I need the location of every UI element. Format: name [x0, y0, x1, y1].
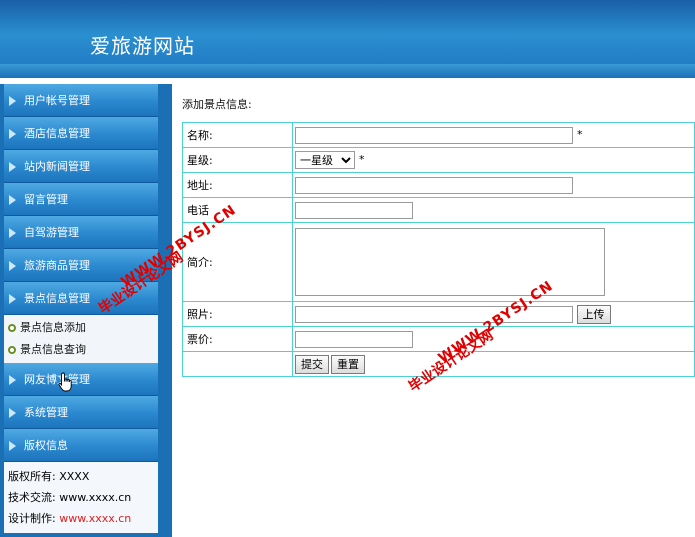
sidebar-item-copyright[interactable]: 版权信息	[4, 429, 158, 462]
photo-label: 照片:	[182, 301, 293, 327]
name-label: 名称:	[182, 122, 293, 148]
phone-input[interactable]	[295, 201, 413, 219]
price-label: 票价:	[182, 326, 293, 352]
sidebar-item-messages[interactable]: 留言管理	[4, 183, 158, 216]
sidebar-item-user-accounts[interactable]: 用户帐号管理	[4, 84, 158, 117]
arrow-icon	[9, 228, 16, 238]
price-input[interactable]	[295, 330, 413, 348]
info-value: XXXX	[59, 470, 90, 483]
bullet-icon	[8, 346, 16, 354]
attractions-submenu: 景点信息添加 景点信息查询	[4, 315, 158, 363]
phone-label: 电话	[182, 197, 293, 223]
sidebar-item-label: 留言管理	[24, 193, 68, 206]
bullet-icon	[8, 324, 16, 332]
sidebar-item-self-drive[interactable]: 自驾游管理	[4, 216, 158, 249]
add-attraction-form: 名称: * 星级: 一星级 * 地址: 电话 简介: 照片: 上传 票价: 提交…	[182, 122, 695, 377]
required-mark: *	[359, 153, 365, 166]
sidebar-item-hotels[interactable]: 酒店信息管理	[4, 117, 158, 150]
info-row-copyright: 版权所有: XXXX	[8, 466, 154, 487]
sidebar-item-label: 自驾游管理	[24, 226, 79, 239]
upload-button[interactable]: 上传	[576, 304, 611, 324]
address-input[interactable]	[295, 176, 573, 194]
arrow-icon	[9, 441, 16, 451]
arrow-icon	[9, 195, 16, 205]
level-select[interactable]: 一星级	[295, 151, 355, 169]
address-label: 地址:	[182, 172, 293, 198]
submenu-item-label: 景点信息查询	[20, 343, 86, 356]
sidebar-item-news[interactable]: 站内新闻管理	[4, 150, 158, 183]
reset-button[interactable]: 重置	[331, 354, 365, 374]
header-subbar	[0, 64, 695, 78]
sidebar-item-blogs[interactable]: 网友博文管理	[4, 363, 158, 396]
info-label: 版权所有:	[8, 470, 56, 483]
intro-textarea[interactable]	[295, 228, 605, 296]
submenu-item-label: 景点信息添加	[20, 321, 86, 334]
form-title: 添加景点信息:	[182, 98, 252, 111]
sidebar-item-label: 网友博文管理	[24, 373, 90, 386]
level-label: 星级:	[182, 147, 293, 173]
info-row-tech: 技术交流: www.xxxx.cn	[8, 487, 154, 508]
arrow-icon	[9, 129, 16, 139]
submenu-item-query-attraction[interactable]: 景点信息查询	[4, 339, 158, 361]
info-value: www.xxxx.cn	[59, 491, 132, 504]
sidebar-item-label: 系统管理	[24, 406, 68, 419]
hand-cursor-icon	[58, 372, 72, 392]
sidebar-item-label: 景点信息管理	[24, 292, 90, 305]
sidebar-item-label: 站内新闻管理	[24, 160, 90, 173]
sidebar-item-label: 旅游商品管理	[24, 259, 90, 272]
arrow-icon	[9, 408, 16, 418]
required-mark: *	[577, 128, 583, 141]
sidebar-item-label: 版权信息	[24, 439, 68, 452]
arrow-icon	[9, 96, 16, 106]
arrow-icon	[9, 162, 16, 172]
submenu-item-add-attraction[interactable]: 景点信息添加	[4, 317, 158, 339]
arrow-icon	[9, 294, 16, 304]
info-label: 设计制作:	[8, 512, 56, 525]
arrow-icon	[9, 375, 16, 385]
header-banner: 爱旅游网站	[0, 0, 695, 78]
actions-label-cell	[182, 351, 293, 377]
info-row-design: 设计制作: www.xxxx.cn	[8, 508, 154, 529]
sidebar-item-label: 酒店信息管理	[24, 127, 90, 140]
arrow-icon	[9, 261, 16, 271]
sidebar-item-system[interactable]: 系统管理	[4, 396, 158, 429]
main-content: 添加景点信息: 名称: * 星级: 一星级 * 地址: 电话 简介: 照片: 上传…	[180, 84, 695, 537]
info-label: 技术交流:	[8, 491, 56, 504]
sidebar: 用户帐号管理 酒店信息管理 站内新闻管理 留言管理 自驾游管理 旅游商品管理 景…	[0, 84, 172, 537]
submit-button[interactable]: 提交	[295, 354, 329, 374]
site-title: 爱旅游网站	[90, 34, 195, 58]
copyright-info: 版权所有: XXXX 技术交流: www.xxxx.cn 设计制作: www.x…	[4, 462, 158, 533]
sidebar-item-label: 用户帐号管理	[24, 94, 90, 107]
name-input[interactable]	[295, 126, 573, 144]
info-value-link[interactable]: www.xxxx.cn	[59, 512, 131, 525]
